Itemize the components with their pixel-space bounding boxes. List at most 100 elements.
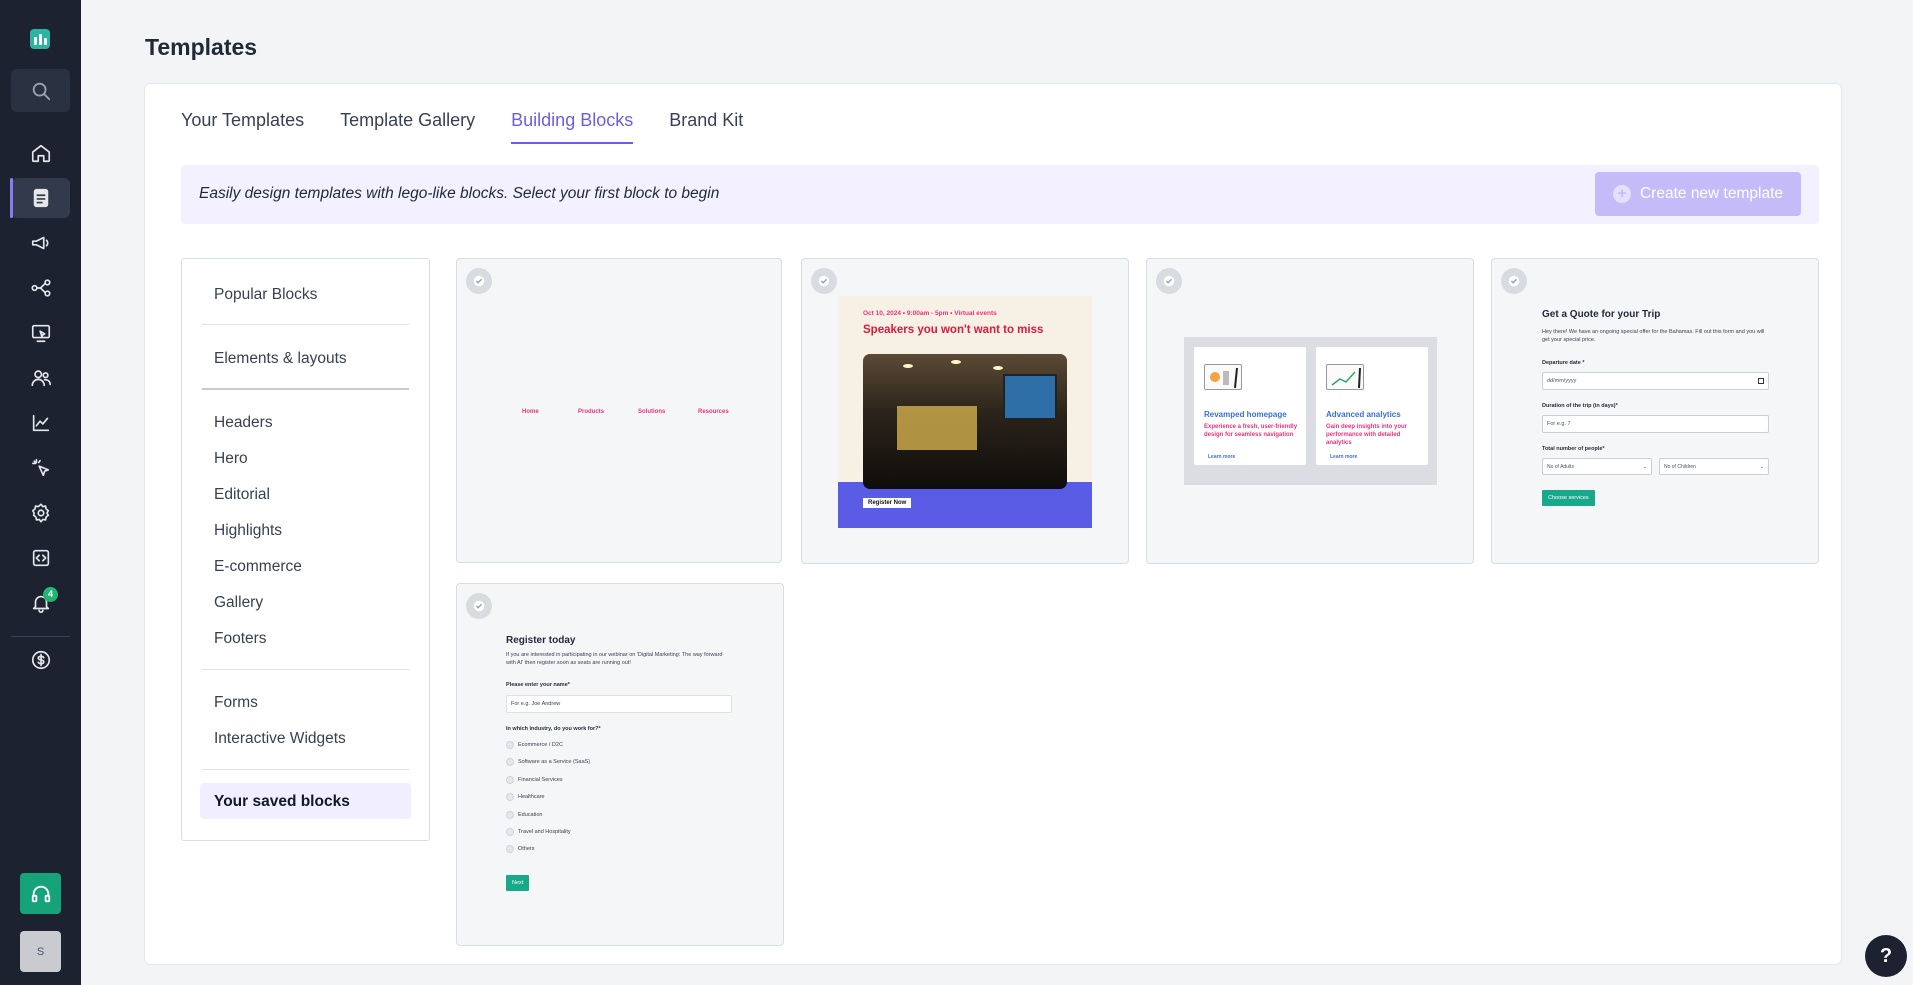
- create-new-template-button[interactable]: + Create new template: [1595, 172, 1801, 216]
- sidebar-item-analytics[interactable]: [11, 403, 70, 443]
- industry-option: Healthcare: [506, 793, 545, 801]
- feature-card: Advanced analytics Gain deep insights in…: [1316, 347, 1428, 465]
- sidebar-divider: [11, 636, 70, 637]
- plus-circle-icon: +: [1612, 185, 1631, 203]
- sidebar-item-templates[interactable]: [10, 178, 70, 218]
- support-button[interactable]: [20, 873, 61, 914]
- ceiling-light: [951, 360, 961, 364]
- sidebar-item-interactions[interactable]: [11, 448, 70, 488]
- tab-brand-kit[interactable]: Brand Kit: [669, 110, 743, 144]
- industry-option: Education: [506, 811, 542, 819]
- industry-option-label: Travel and Hospitality: [518, 829, 571, 835]
- radio-icon: [506, 741, 514, 749]
- tab-template-gallery[interactable]: Template Gallery: [340, 110, 475, 144]
- megaphone-icon: [31, 236, 49, 250]
- category-hero[interactable]: Hero: [214, 450, 248, 468]
- event-title: Speakers you won't want to miss: [863, 324, 1044, 336]
- name-field: For e.g. Joe Andrew: [506, 695, 732, 713]
- radio-icon: [506, 845, 514, 853]
- block-tile-navigation[interactable]: Home Products Solutions Resources: [456, 258, 782, 563]
- block-tile-quote-form[interactable]: Get a Quote for your Trip Hey there! We …: [1491, 258, 1819, 564]
- children-select-value: No of Children: [1664, 464, 1696, 470]
- category-interactive-widgets[interactable]: Interactive Widgets: [214, 730, 346, 748]
- children-select: No of Children ⌄: [1659, 458, 1769, 475]
- help-button[interactable]: ?: [1865, 935, 1907, 977]
- tab-your-templates[interactable]: Your Templates: [181, 110, 304, 144]
- sidebar-item-contacts[interactable]: [11, 358, 70, 398]
- industry-option-label: Ecommerce / D2C: [518, 742, 563, 748]
- feature-card-link: Learn more: [1208, 454, 1236, 460]
- quote-form-title: Get a Quote for your Trip: [1542, 309, 1661, 320]
- headset-icon: [31, 885, 50, 902]
- category-editorial[interactable]: Editorial: [214, 486, 270, 504]
- industry-option-label: Financial Services: [518, 777, 563, 783]
- sidebar-item-billing[interactable]: [11, 640, 70, 680]
- select-check-icon[interactable]: [811, 268, 837, 294]
- home-icon: [31, 144, 50, 163]
- category-forms[interactable]: Forms: [214, 694, 258, 712]
- category-headers[interactable]: Headers: [214, 414, 273, 432]
- dollar-circle-icon: [31, 650, 50, 670]
- nav-link-resources: Resources: [698, 409, 729, 415]
- workflow-icon: [30, 279, 51, 297]
- nav-link-solutions: Solutions: [638, 409, 666, 415]
- feature-card-description: Experience a fresh, user-friendly design…: [1204, 424, 1298, 438]
- category-divider: [202, 388, 409, 390]
- select-check-icon[interactable]: [466, 268, 492, 294]
- adults-select-value: No of Adults: [1547, 464, 1574, 470]
- event-photo: [863, 354, 1067, 489]
- app-logo-icon[interactable]: [30, 29, 50, 49]
- select-check-icon[interactable]: [1501, 268, 1527, 294]
- industry-question-label: In which industry, do you work for?*: [506, 726, 601, 732]
- sidebar-item-notifications[interactable]: 4: [11, 583, 70, 623]
- block-tile-feature-cards[interactable]: Revamped homepage Experience a fresh, us…: [1146, 258, 1474, 564]
- search-icon: [32, 82, 50, 100]
- register-next-button: Next: [506, 875, 530, 891]
- block-tile-register-form[interactable]: Register today If you are interested in …: [456, 583, 784, 946]
- feature-cards-preview: Revamped homepage Experience a fresh, us…: [1184, 337, 1437, 485]
- user-avatar[interactable]: S: [20, 931, 61, 972]
- ceiling-light: [993, 366, 1003, 370]
- sidebar-item-developer[interactable]: [11, 538, 70, 578]
- sidebar-item-campaigns[interactable]: [11, 223, 70, 263]
- monitor-cursor-icon: [31, 324, 50, 343]
- event-preview: Oct 10, 2024 • 9:00am - 5pm • Virtual ev…: [838, 296, 1092, 528]
- radio-icon: [506, 828, 514, 836]
- choose-services-button: Choose services: [1542, 490, 1595, 506]
- dashboard-illustration-icon: [1204, 364, 1242, 390]
- category-footers[interactable]: Footers: [214, 630, 267, 648]
- event-date: Oct 10, 2024 • 9:00am - 5pm • Virtual ev…: [863, 310, 997, 317]
- presentation-slide: [897, 406, 977, 450]
- tab-bar: Your Templates Template Gallery Building…: [181, 110, 743, 144]
- category-divider: [202, 669, 409, 670]
- category-popular-blocks[interactable]: Popular Blocks: [214, 286, 317, 304]
- name-field-label: Please enter your name*: [506, 682, 570, 688]
- category-ecommerce[interactable]: E-commerce: [214, 558, 302, 576]
- sidebar-item-automation[interactable]: [11, 268, 70, 308]
- category-elements-layouts[interactable]: Elements & layouts: [214, 350, 347, 368]
- adults-select: No of Adults ⌄: [1542, 458, 1652, 475]
- chevron-down-icon: ⌄: [1642, 464, 1647, 470]
- radio-icon: [506, 811, 514, 819]
- templates-icon: [33, 188, 48, 208]
- category-your-saved-blocks[interactable]: Your saved blocks: [214, 793, 350, 811]
- feature-card-title: Revamped homepage: [1204, 410, 1287, 419]
- sidebar-search-button[interactable]: [11, 69, 70, 112]
- select-check-icon[interactable]: [466, 593, 492, 619]
- sidebar-item-settings[interactable]: [11, 493, 70, 533]
- radio-icon: [506, 776, 514, 784]
- code-icon: [32, 549, 49, 567]
- category-highlights[interactable]: Highlights: [214, 522, 282, 540]
- sidebar-item-home[interactable]: [11, 133, 70, 173]
- category-gallery[interactable]: Gallery: [214, 594, 263, 612]
- tab-building-blocks[interactable]: Building Blocks: [511, 110, 634, 144]
- block-tile-event[interactable]: Oct 10, 2024 • 9:00am - 5pm • Virtual ev…: [801, 258, 1129, 564]
- trip-duration-field: For e.g. 7: [1542, 415, 1769, 433]
- people-count-label: Total number of people*: [1542, 446, 1605, 452]
- calendar-icon: [1758, 378, 1764, 384]
- register-form-subtitle: If you are interested in participating i…: [506, 652, 723, 666]
- industry-option: Travel and Hospitality: [506, 828, 571, 836]
- sidebar-item-web[interactable]: [11, 313, 70, 353]
- banner-text: Easily design templates with lego-like b…: [199, 185, 720, 202]
- select-check-icon[interactable]: [1156, 268, 1182, 294]
